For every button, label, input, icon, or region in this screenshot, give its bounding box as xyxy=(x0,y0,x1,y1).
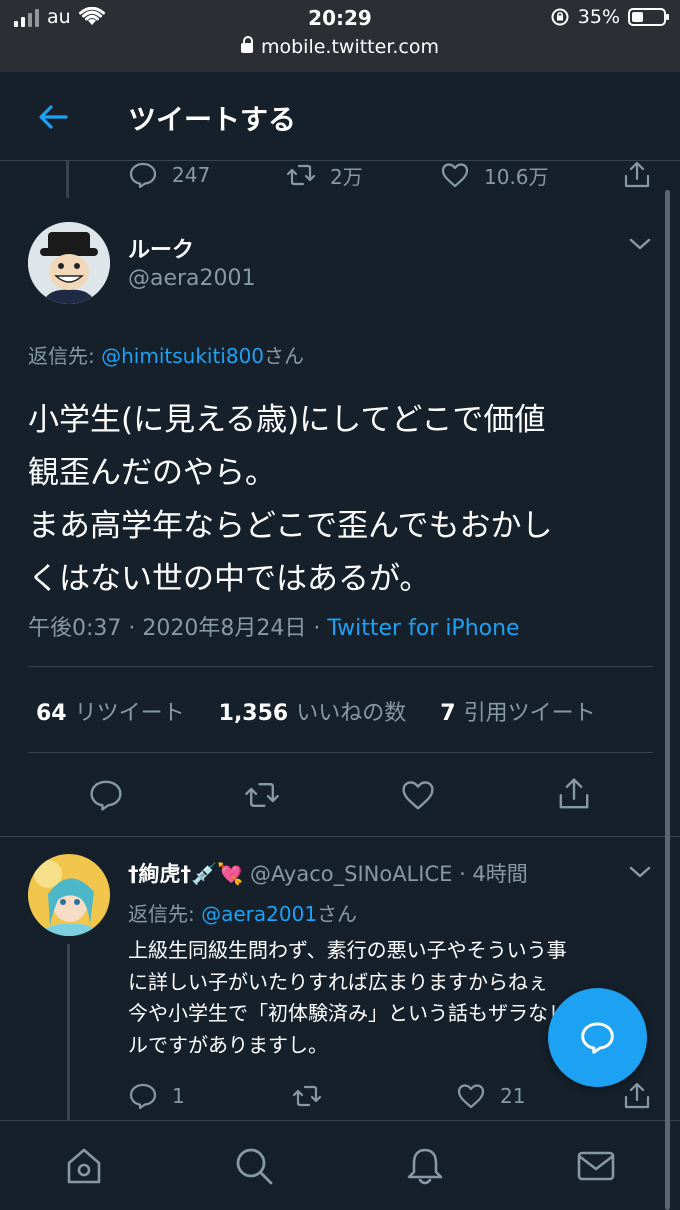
quotes-count: 7 xyxy=(440,701,456,726)
reply-suffix: さん xyxy=(264,344,305,368)
status-right: 35% xyxy=(550,6,669,28)
heart-icon[interactable] xyxy=(400,777,436,813)
tweet-line: くはない世の中ではあるが。 xyxy=(28,561,431,597)
reply-reply-count: 1 xyxy=(172,1084,185,1108)
prev-reply-button[interactable]: 247 xyxy=(128,160,210,190)
reply-to-link[interactable]: @himitsukiti800 xyxy=(101,344,264,368)
likes-label: いいねの数 xyxy=(296,701,407,726)
page-title: ツイートする xyxy=(128,103,297,136)
url-text: mobile.twitter.com xyxy=(260,36,440,58)
search-icon[interactable] xyxy=(233,1145,275,1187)
chevron-down-icon[interactable] xyxy=(628,234,652,254)
comment-icon[interactable] xyxy=(88,777,124,813)
battery-icon xyxy=(628,8,669,26)
home-icon[interactable] xyxy=(63,1145,105,1187)
avatar-image xyxy=(28,222,110,304)
url-bar[interactable]: mobile.twitter.com xyxy=(0,36,680,58)
reply-to-link[interactable]: @aera2001 xyxy=(201,902,317,926)
share-icon[interactable] xyxy=(556,776,592,812)
compose-reply-button[interactable] xyxy=(548,988,647,1087)
divider xyxy=(0,836,680,837)
battery-percent: 35% xyxy=(577,6,620,28)
quotes-label: 引用ツイート xyxy=(463,701,596,726)
retweet-icon[interactable] xyxy=(244,777,280,813)
comment-icon xyxy=(129,162,157,189)
tweet-text: 小学生(に見える歳)にしてどこで価値 観歪んだのやら。 まあ高学年ならどこで歪ん… xyxy=(28,394,648,606)
scrollbar[interactable] xyxy=(665,190,670,1210)
tweet-stats: 64 リツイート 1,356 いいねの数 7 引用ツイート xyxy=(36,695,596,727)
reply-line: 上級生同級生問わず、素行の悪い子やそういう事 xyxy=(128,938,567,962)
reply-like-button[interactable]: 21 xyxy=(456,1081,525,1111)
divider xyxy=(28,666,653,667)
reply-handle[interactable]: @Ayaco_SINoALICE xyxy=(250,862,452,886)
orientation-lock-icon xyxy=(551,8,569,26)
quotes-stat[interactable]: 7 引用ツイート xyxy=(440,695,595,727)
retweets-label: リツイート xyxy=(74,701,185,726)
reply-context: 返信先: @aera2001さん xyxy=(128,898,357,927)
reply-reply-button[interactable]: 1 xyxy=(128,1081,185,1111)
chevron-down-icon[interactable] xyxy=(628,862,652,882)
reply-suffix: さん xyxy=(317,902,358,926)
thread-line-bottom xyxy=(67,944,70,1120)
retweets-stat[interactable]: 64 リツイート xyxy=(36,695,185,727)
bell-icon[interactable] xyxy=(404,1145,446,1187)
user-handle[interactable]: @aera2001 xyxy=(128,266,256,291)
tweet-line: 観歪んだのやら。 xyxy=(28,455,276,491)
status-bar: au 20:29 35% mobile.twitter.com xyxy=(0,0,680,72)
arrow-left-icon[interactable] xyxy=(36,100,70,134)
heart-icon xyxy=(457,1084,485,1109)
reply-time: · 4時間 xyxy=(452,862,528,886)
tweet-meta: 午後0:37 · 2020年8月24日 · Twitter for iPhone xyxy=(28,610,520,642)
prev-like-button[interactable]: 10.6万 xyxy=(440,160,549,190)
reply-header: †絢虎†💉💘 @Ayaco_SINoALICE · 4時間 xyxy=(128,858,528,888)
reply-avatar[interactable] xyxy=(28,854,110,936)
prev-like-count: 10.6万 xyxy=(484,164,549,189)
tweet-line: 小学生(に見える歳)にしてどこで価値 xyxy=(28,402,546,438)
prev-retweet-count: 2万 xyxy=(330,164,363,189)
reply-line: に詳しい子がいたりすれば広まりますからねぇ xyxy=(128,969,548,994)
avatar[interactable] xyxy=(28,222,110,304)
thread-line-top xyxy=(66,160,69,198)
reply-label: 返信先: xyxy=(28,344,102,368)
reply-context: 返信先: @himitsukiti800さん xyxy=(28,340,304,369)
tweet-source-link[interactable]: Twitter for iPhone xyxy=(327,616,519,641)
tweet-line: まあ高学年ならどこで歪んでもおかし xyxy=(28,508,553,544)
nav-header: ツイートする xyxy=(0,72,680,161)
prev-retweet-button[interactable]: 2万 xyxy=(286,160,363,190)
compose-reply-icon xyxy=(581,1022,614,1054)
retweets-count: 64 xyxy=(36,701,67,726)
prev-reply-count: 247 xyxy=(172,163,211,187)
share-icon[interactable] xyxy=(622,1081,652,1111)
retweet-icon[interactable] xyxy=(292,1081,322,1111)
retweet-icon xyxy=(286,164,316,186)
reply-label: 返信先: xyxy=(128,902,202,926)
likes-count: 1,356 xyxy=(218,701,289,726)
divider xyxy=(28,752,653,753)
lock-icon xyxy=(240,36,253,53)
comment-icon xyxy=(129,1083,157,1110)
heart-icon xyxy=(441,163,469,188)
reply-like-count: 21 xyxy=(500,1084,526,1108)
mail-icon[interactable] xyxy=(575,1145,617,1187)
likes-stat[interactable]: 1,356 いいねの数 xyxy=(219,695,407,727)
display-name[interactable]: ルーク xyxy=(128,232,194,264)
avatar-image xyxy=(28,854,110,936)
bottom-tab-bar xyxy=(0,1120,680,1210)
tweet-timestamp: 午後0:37 · 2020年8月24日 · xyxy=(28,616,328,641)
reply-display-name[interactable]: †絢虎†💉💘 xyxy=(128,862,243,886)
share-icon[interactable] xyxy=(622,160,652,190)
